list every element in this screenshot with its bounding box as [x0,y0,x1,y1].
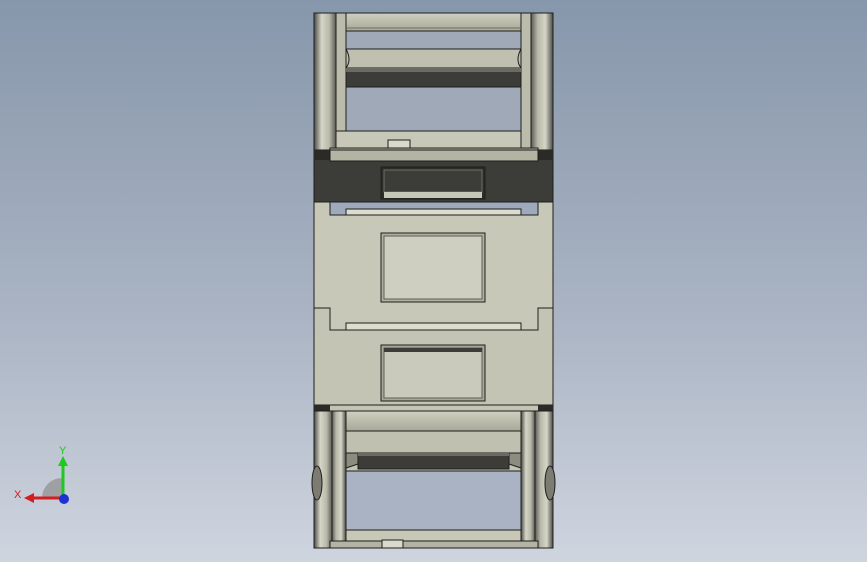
y-axis-label: Y [59,445,67,457]
middle-link[interactable] [313,201,554,331]
bottom-link[interactable] [311,404,556,549]
top-link[interactable] [313,12,554,162]
drag-chain-model[interactable] [0,0,867,562]
y-axis-arrow-icon [58,456,68,466]
x-axis-arrow-icon [24,493,34,503]
cad-viewport[interactable]: Y X [0,0,867,562]
axis-triad[interactable]: Y X [10,440,80,510]
dark-link[interactable] [313,149,554,203]
x-axis-label: X [14,489,22,501]
triad-sector [42,478,62,498]
z-axis-dot-icon [59,494,69,504]
